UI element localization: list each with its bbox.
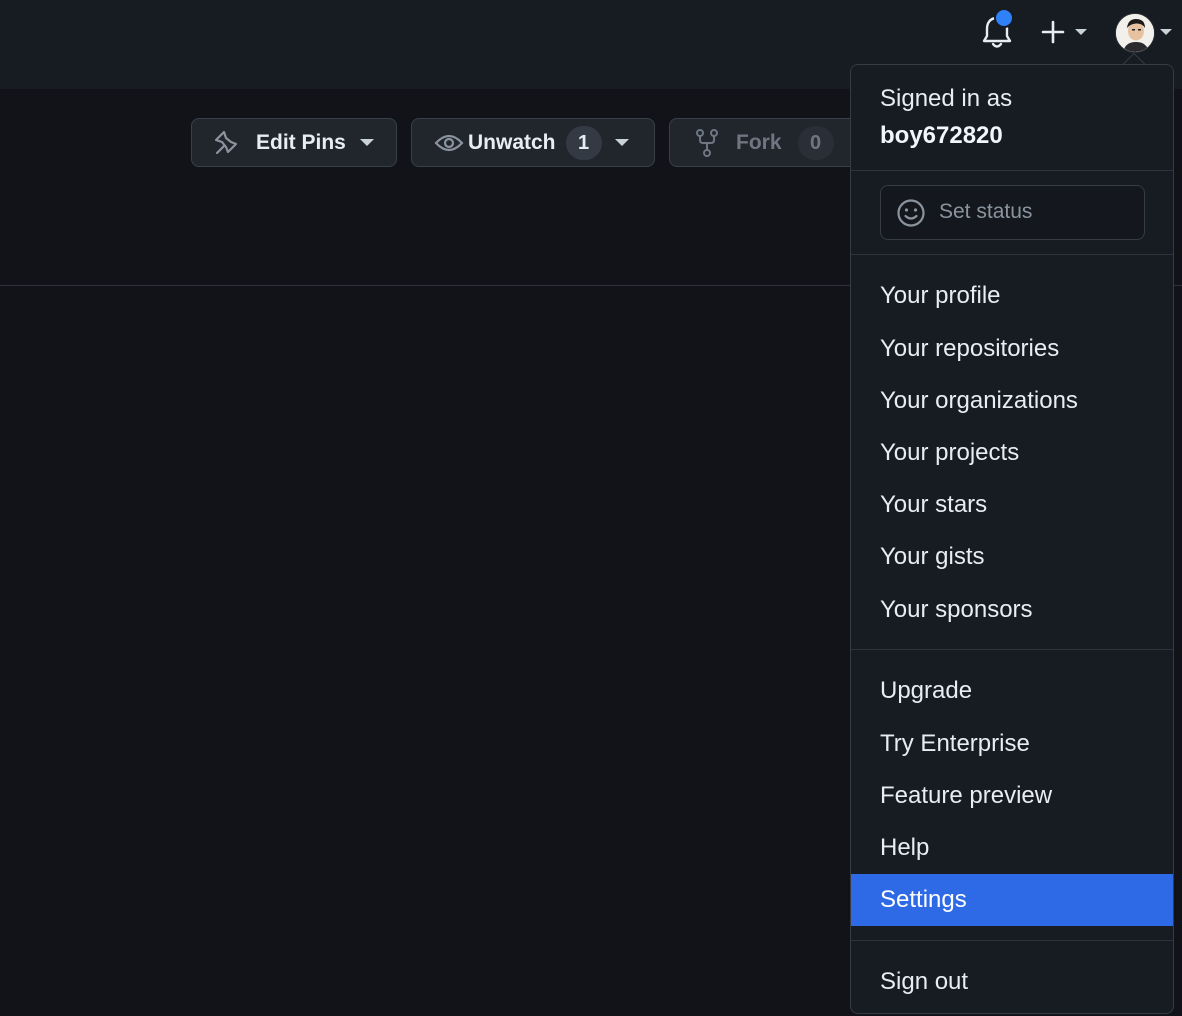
set-status-button[interactable]: Set status — [880, 185, 1145, 240]
set-status-label: Set status — [939, 200, 1033, 223]
pin-icon — [214, 130, 238, 154]
plus-icon — [1041, 20, 1065, 44]
menu-item-your-sponsors[interactable]: Your sponsors — [851, 584, 1173, 636]
menu-item-your-profile[interactable]: Your profile — [851, 270, 1173, 322]
fork-icon — [696, 128, 718, 157]
user-menu-button[interactable] — [1115, 13, 1177, 53]
fork-count: 0 — [797, 125, 834, 160]
menu-divider — [851, 940, 1173, 941]
menu-item-help[interactable]: Help — [851, 822, 1173, 874]
username[interactable]: boy672820 — [880, 122, 1003, 150]
menu-item-upgrade[interactable]: Upgrade — [851, 665, 1173, 717]
signed-in-label: Signed in as — [880, 85, 1013, 112]
status-section: Set status — [851, 171, 1173, 255]
edit-pins-label: Edit Pins — [256, 130, 346, 154]
user-dropdown-menu: Signed in as boy672820 Set status Your p… — [850, 64, 1174, 1014]
dropdown-header: Signed in as boy672820 — [851, 65, 1173, 171]
notification-indicator — [994, 8, 1014, 28]
avatar — [1115, 13, 1155, 53]
menu-item-sign-out[interactable]: Sign out — [851, 956, 1173, 1008]
create-new-button[interactable] — [1040, 16, 1092, 48]
menu-item-your-organizations[interactable]: Your organizations — [851, 375, 1173, 427]
unwatch-button[interactable]: Unwatch 1 — [411, 118, 655, 167]
watch-count: 1 — [565, 125, 602, 160]
menu-item-try-enterprise[interactable]: Try Enterprise — [851, 718, 1173, 770]
menu-item-settings[interactable]: Settings — [851, 874, 1173, 926]
chevron-down-icon — [1075, 29, 1087, 35]
menu-item-your-repositories[interactable]: Your repositories — [851, 323, 1173, 375]
smiley-icon — [897, 199, 925, 227]
edit-pins-button[interactable]: Edit Pins — [191, 118, 397, 167]
fork-label: Fork — [736, 130, 782, 154]
chevron-down-icon — [359, 139, 374, 146]
unwatch-label: Unwatch — [468, 130, 556, 154]
menu-item-feature-preview[interactable]: Feature preview — [851, 770, 1173, 822]
menu-divider — [851, 649, 1173, 650]
menu-item-your-stars[interactable]: Your stars — [851, 479, 1173, 531]
menu-item-your-gists[interactable]: Your gists — [851, 531, 1173, 583]
eye-icon — [434, 134, 464, 151]
menu-item-your-projects[interactable]: Your projects — [851, 427, 1173, 479]
fork-button[interactable]: Fork 0 — [669, 118, 869, 167]
chevron-down-icon — [1160, 29, 1172, 35]
chevron-down-icon — [614, 139, 629, 146]
